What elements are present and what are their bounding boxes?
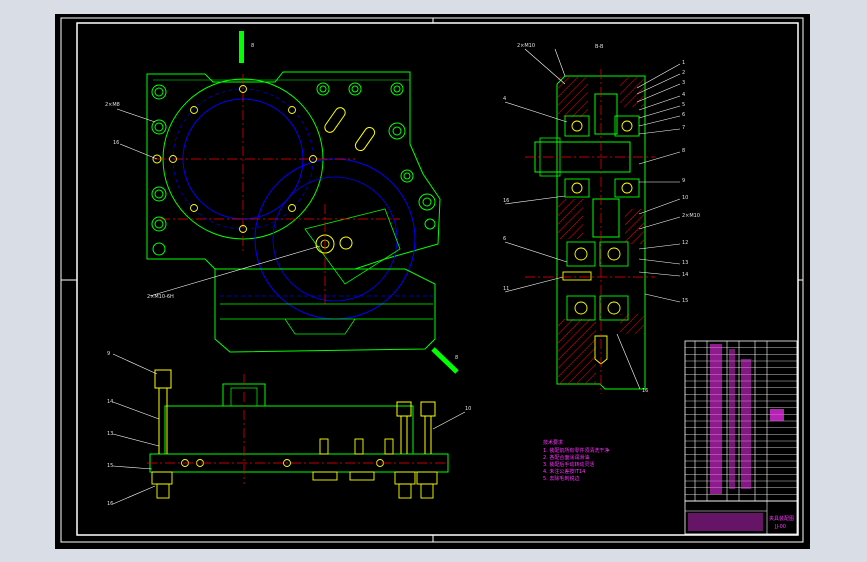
front-callout-1: 9 (107, 351, 110, 357)
callout-r13: 13 (682, 260, 688, 266)
callout-r5: 5 (682, 102, 685, 108)
bom-magenta-entries (710, 344, 784, 494)
right-column-holes (316, 82, 436, 230)
note-3: 3. 装配后手动转动灵活 (543, 461, 594, 468)
title-block: 夹具装配图 JJ-00 (684, 500, 798, 535)
section-callout-left-3: 16 (503, 198, 509, 204)
gear-hidden-circle (254, 158, 416, 320)
hatch-mid (558, 199, 583, 239)
stud-left (154, 369, 172, 389)
callout-r6: 6 (682, 112, 685, 118)
section-callout-left-5: 11 (503, 286, 509, 292)
cad-viewport[interactable]: 8 8 2×M8 16 2×M10-6H 9 14 13 15 16 10 B-… (55, 14, 810, 549)
note-4: 4. 未注公差按IT14 (543, 468, 585, 475)
section-label: B-B (595, 44, 604, 50)
callout-r3: 3 (682, 80, 685, 86)
hatch-right-top (620, 77, 644, 107)
parts-list-table (684, 340, 798, 502)
hatch-bottom (558, 319, 596, 384)
front-callout-2: 14 (107, 399, 113, 405)
front-callout-5: 16 (107, 501, 113, 507)
section-pin (562, 271, 592, 281)
note-2: 2. 各配合面涂润滑油 (543, 454, 589, 461)
title-block-title: 夹具装配图 (769, 515, 794, 522)
bottom-nuts (151, 471, 438, 499)
section-callout-left-2: 4 (503, 96, 506, 102)
pin-hole (339, 236, 353, 250)
callout-r8: 8 (682, 148, 685, 154)
front-body (164, 405, 414, 455)
callout-16-text: 16 (113, 140, 119, 146)
arrow-mark-top: 8 (251, 43, 254, 49)
title-block-magenta (688, 513, 763, 531)
callout-r12: 12 (682, 240, 688, 246)
callout-r2: 2 (682, 70, 685, 76)
view-arrow-top (239, 31, 244, 63)
note-5: 5. 去除毛刺锐边 (543, 475, 579, 482)
front-callout-3: 13 (107, 431, 113, 437)
top-view: 8 8 2×M8 16 2×M10-6H (105, 31, 459, 374)
section-callout-left-4: 6 (503, 236, 506, 242)
section-gear (594, 93, 618, 135)
section-leaders-left (504, 48, 568, 293)
callout-r14: 14 (682, 272, 688, 278)
section-gear-2 (592, 198, 620, 238)
section-callout-left-1: 2×M10 (517, 43, 535, 49)
callout-r1: 1 (682, 60, 685, 66)
dim-top-left-text: 2×M8 (105, 102, 120, 108)
outer-frame (60, 17, 804, 543)
callout-r16: 16 (642, 388, 648, 394)
front-view: 9 14 13 15 16 10 (107, 351, 471, 507)
callout-r4: 4 (682, 92, 685, 98)
slot-1 (324, 107, 346, 133)
clamp-body-inner (220, 303, 433, 335)
front-callout-6: 10 (465, 406, 471, 412)
callout-r9: 9 (682, 178, 685, 184)
note-1: 1. 装配前所有零件须清洗干净 (543, 447, 609, 454)
notes-title: 技术要求 (543, 439, 563, 446)
slot-2 (354, 126, 376, 152)
view-arrow-bottom (431, 347, 459, 374)
dim-bottom-left-text: 2×M10-6H (147, 294, 174, 300)
inner-frame (76, 22, 799, 536)
front-callout-4: 15 (107, 463, 113, 469)
arrow-mark-bottom: 8 (455, 355, 458, 361)
hatch-right-bottom (620, 314, 644, 334)
stud-right-1 (396, 401, 412, 417)
callout-r11: 2×M10 (682, 213, 700, 219)
callout-r15: 15 (682, 298, 688, 304)
section-callouts-right: 1 2 3 4 5 6 7 8 9 10 2×M10 12 13 14 15 1… (642, 60, 700, 394)
gear-hidden-circle-2 (272, 176, 398, 302)
hatch-top (558, 77, 588, 117)
callout-r10: 10 (682, 195, 688, 201)
stud-right-2 (420, 401, 436, 417)
section-view: B-B 2×M10 4 16 6 11 1 2 3 4 5 6 7 8 9 10… (503, 43, 700, 394)
title-block-drawing-no: JJ-00 (774, 524, 786, 530)
callout-r7: 7 (682, 125, 685, 131)
hatch-right-mid (625, 209, 644, 244)
front-view-leaders (112, 353, 466, 505)
cad-drawing-canvas[interactable]: 8 8 2×M8 16 2×M10-6H 9 14 13 15 16 10 B-… (55, 14, 810, 549)
technical-notes: 技术要求 1. 装配前所有零件须清洗干净 2. 各配合面涂润滑油 3. 装配后手… (543, 439, 609, 482)
